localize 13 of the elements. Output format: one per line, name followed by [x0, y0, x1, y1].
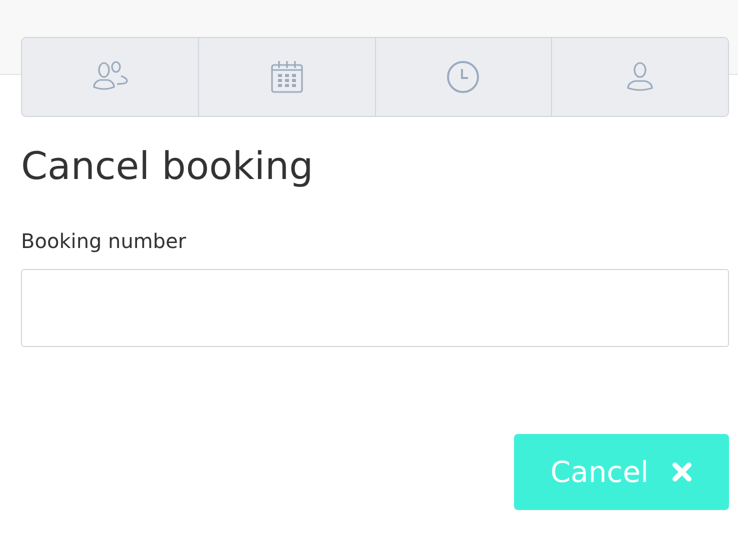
users-icon — [90, 61, 129, 93]
calendar-tab[interactable] — [198, 37, 376, 117]
clock-tab[interactable] — [374, 37, 552, 117]
booking-number-field[interactable] — [21, 269, 729, 347]
close-icon — [670, 461, 693, 483]
user-icon — [626, 61, 654, 93]
users-tab[interactable] — [21, 37, 199, 117]
field-label: Booking number — [21, 229, 188, 253]
page-title: Cancel booking — [21, 143, 314, 189]
clock-icon — [446, 60, 480, 94]
user-tab[interactable] — [551, 37, 729, 117]
calendar-icon — [270, 60, 304, 94]
cancel-button[interactable]: Cancel — [514, 434, 729, 510]
